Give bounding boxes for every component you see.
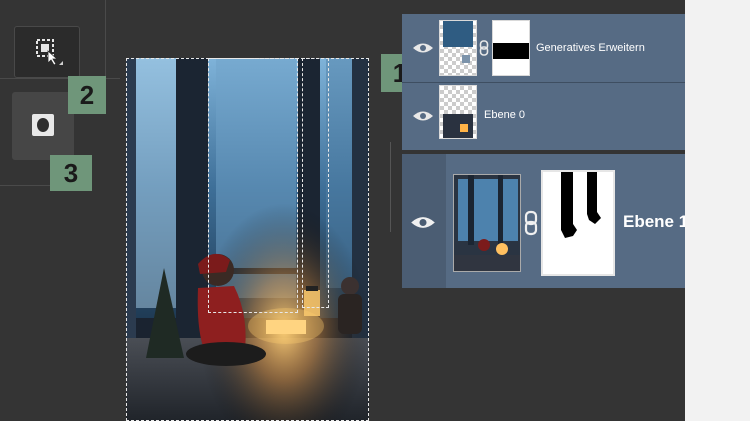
inner-selection-marquee xyxy=(302,58,329,308)
layer-name: Ebene 0 xyxy=(484,109,525,121)
layer-mask-icon xyxy=(32,114,54,136)
chain-link-icon[interactable] xyxy=(524,210,538,236)
layer-row-ebene-0[interactable]: Ebene 0 xyxy=(402,83,713,150)
layer-name: Generatives Erweitern xyxy=(536,42,645,54)
chain-link-icon[interactable] xyxy=(479,40,489,56)
guide-line xyxy=(390,142,391,232)
layers-panel-top: Generatives Erweitern Ebene 0 xyxy=(402,14,713,150)
layer-thumbnail xyxy=(453,174,521,272)
workspace-canvas: 2 3 1 Generatives Erweitern Ebene 0 Eben… xyxy=(0,0,730,421)
layer-mask-button[interactable] xyxy=(12,92,74,160)
layer-mask-thumbnail xyxy=(541,170,615,276)
eye-icon[interactable] xyxy=(412,109,434,123)
layers-panel-zoomed: Ebene 1 xyxy=(402,154,730,288)
panel-divider xyxy=(105,0,106,78)
eye-icon[interactable] xyxy=(410,214,436,231)
panel-divider xyxy=(0,185,50,186)
layer-thumbnail xyxy=(439,85,477,139)
eye-icon[interactable] xyxy=(412,41,434,55)
layer-name: Ebene 1 xyxy=(623,212,689,231)
layer-mask-thumbnail xyxy=(492,20,530,76)
step-badge-2: 2 xyxy=(68,76,106,114)
layer-thumbnail xyxy=(439,20,477,76)
generative-expand-selection-icon xyxy=(36,39,63,66)
layer-row-generatives-erweitern[interactable]: Generatives Erweitern xyxy=(402,14,713,83)
page-margin xyxy=(685,0,750,421)
generative-expand-tool-button[interactable] xyxy=(14,26,80,78)
canvas-photo[interactable] xyxy=(126,58,369,421)
inner-selection-marquee xyxy=(208,58,298,313)
step-badge-3: 3 xyxy=(50,155,92,191)
